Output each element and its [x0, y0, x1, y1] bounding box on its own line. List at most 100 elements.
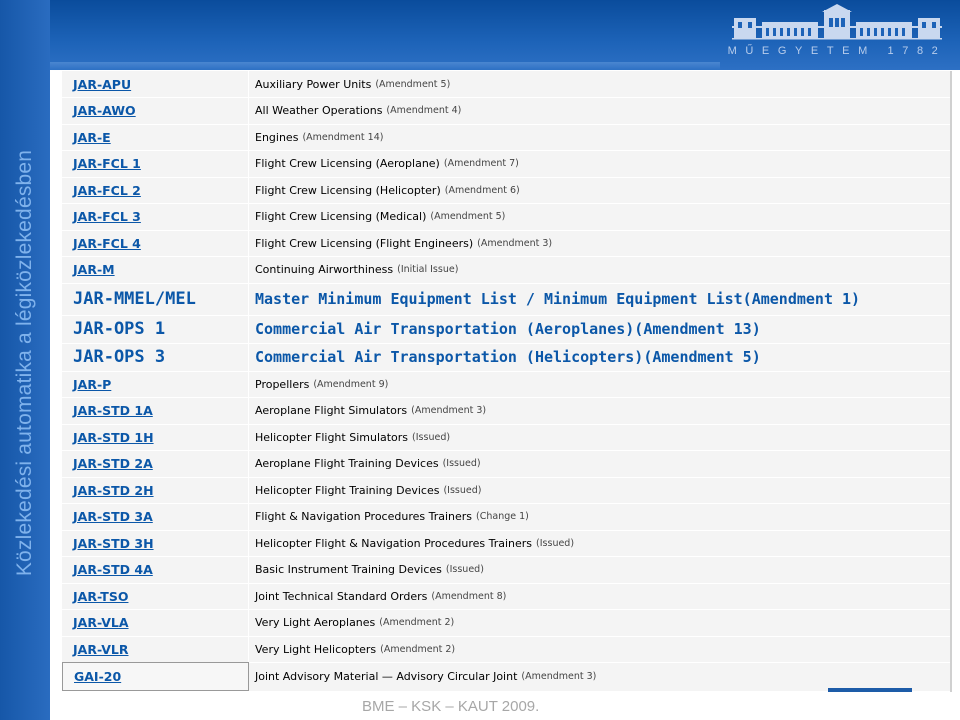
table-row: JAR-STD 2A Aeroplane Flight Training Devi… — [62, 450, 950, 478]
amendment-status: (Amendment 14) — [302, 131, 384, 143]
standard-description: Joint Technical Standard Orders (Amendmen… — [249, 583, 950, 609]
standard-title: Commercial Air Transportation (Aeroplane… — [255, 320, 635, 338]
amendment-status: (Amendment 1) — [742, 290, 861, 308]
standard-code-link[interactable]: JAR-STD 3A — [62, 503, 249, 530]
standard-title: Flight & Navigation Procedures Trainers — [255, 510, 473, 523]
standard-code-link[interactable]: JAR-STD 2A — [62, 450, 249, 477]
table-row: JAR-STD 1H Helicopter Flight Simulators (I… — [62, 424, 950, 451]
standard-code-link[interactable]: JAR-VLA — [62, 609, 249, 636]
amendment-status: (Amendment 2) — [380, 643, 456, 655]
standard-title: Joint Technical Standard Orders — [255, 589, 428, 603]
standard-description: Engines (Amendment 14) — [249, 124, 950, 150]
decorative-bar — [828, 688, 912, 692]
amendment-status: (Amendment 9) — [313, 378, 389, 390]
table-row: JAR-TSO Joint Technical Standard Orders (A… — [62, 583, 950, 610]
standard-description: Joint Advisory Material — Advisory Circu… — [249, 662, 950, 691]
amendment-status: (Issued) — [445, 564, 484, 575]
amendment-status: (Issued) — [536, 537, 575, 549]
standard-title: Auxiliary Power Units — [255, 77, 372, 91]
standard-description: Flight Crew Licensing (Helicopter) (Amend… — [249, 177, 950, 203]
standard-description: Auxiliary Power Units (Amendment 5) — [249, 71, 950, 97]
table-row: JAR-STD 3A Flight & Navigation Procedures… — [62, 503, 950, 531]
standard-title: Engines — [255, 130, 299, 144]
amendment-status: (Amendment 2) — [379, 617, 455, 628]
standard-code-link[interactable]: GAI-20 — [62, 662, 249, 691]
standard-title: Joint Advisory Material — Advisory Circu… — [255, 670, 518, 683]
standard-description: Very Light Aeroplanes (Amendment 2) — [249, 609, 950, 636]
standards-table: JAR-APU Auxiliary Power Units (Amendment 5… — [62, 71, 952, 692]
standard-title: Flight Crew Licensing (Aeroplane) — [255, 157, 440, 170]
standard-title: Very Light Aeroplanes — [255, 616, 376, 629]
standard-description: Commercial Air Transportation (Helicopte… — [249, 343, 950, 371]
amendment-status: (Issued) — [442, 458, 481, 469]
standard-title: Flight Crew Licensing (Helicopter) — [255, 183, 441, 197]
table-row: JAR-VLR Very Light Helicopters (Amendment … — [62, 636, 950, 663]
standard-description: Propellers (Amendment 9) — [249, 371, 950, 397]
standard-description: Aeroplane Flight Training Devices (Issued… — [249, 450, 950, 477]
standard-description: Master Minimum Equipment List / Minimum … — [249, 283, 950, 315]
standard-code-link[interactable]: JAR-VLR — [62, 636, 249, 662]
standard-code-link[interactable]: JAR-OPS 3 — [62, 343, 249, 371]
standard-description: Flight Crew Licensing (Flight Engineers)… — [249, 230, 950, 256]
standard-code-link[interactable]: JAR-STD 1H — [62, 424, 249, 450]
amendment-status: (Amendment 8) — [431, 590, 507, 602]
standard-code-link[interactable]: JAR-OPS 1 — [62, 315, 249, 343]
standard-title: Aeroplane Flight Training Devices — [255, 457, 439, 470]
standard-code-link[interactable]: JAR-M — [62, 256, 249, 283]
standard-description: Helicopter Flight Training Devices (Issue… — [249, 477, 950, 503]
table-row: JAR-FCL 3 Flight Crew Licensing (Medical)… — [62, 203, 950, 231]
table-row: JAR-E Engines (Amendment 14) — [62, 124, 950, 151]
standard-title: Very Light Helicopters — [255, 642, 377, 656]
standard-description: Very Light Helicopters (Amendment 2) — [249, 636, 950, 662]
standard-description: Basic Instrument Training Devices (Issued… — [249, 556, 950, 583]
amendment-status: (Amendment 7) — [443, 158, 519, 169]
standard-description: Commercial Air Transportation (Aeroplane… — [249, 315, 950, 343]
standard-description: All Weather Operations (Amendment 4) — [249, 97, 950, 124]
table-row: JAR-FCL 4 Flight Crew Licensing (Flight E… — [62, 230, 950, 257]
standard-code-link[interactable]: JAR-STD 4A — [62, 556, 249, 583]
standard-title: Flight Crew Licensing (Flight Engineers) — [255, 236, 474, 250]
standard-code-link[interactable]: JAR-E — [62, 124, 249, 150]
standard-code-link[interactable]: JAR-MMEL/MEL — [62, 283, 249, 315]
standard-code-link[interactable]: JAR-FCL 2 — [62, 177, 249, 203]
standard-code-link[interactable]: JAR-STD 1A — [62, 397, 249, 424]
standard-code-link[interactable]: JAR-STD 3H — [62, 530, 249, 556]
standard-code-link[interactable]: JAR-P — [62, 371, 249, 397]
standard-code-link[interactable]: JAR-AWO — [62, 97, 249, 124]
standard-code-link[interactable]: JAR-FCL 3 — [62, 203, 249, 230]
standard-code-link[interactable]: JAR-APU — [62, 71, 249, 97]
standard-description: Helicopter Flight & Navigation Procedure… — [249, 530, 950, 556]
standard-code-link[interactable]: JAR-FCL 1 — [62, 150, 249, 177]
amendment-status: (Amendment 4) — [386, 105, 462, 116]
table-row: JAR-STD 1A Aeroplane Flight Simulators (Am… — [62, 397, 950, 425]
standard-title: Aeroplane Flight Simulators — [255, 404, 408, 417]
amendment-status: (Amendment 13) — [634, 320, 761, 338]
standard-title: Commercial Air Transportation (Helicopte… — [255, 348, 644, 366]
amendment-status: (Issued) — [412, 431, 451, 443]
standard-code-link[interactable]: JAR-STD 2H — [62, 477, 249, 503]
standard-description: Flight Crew Licensing (Aeroplane) (Amendm… — [249, 150, 950, 177]
standard-title: Basic Instrument Training Devices — [255, 563, 442, 576]
table-row: JAR-STD 3H Helicopter Flight & Navigation… — [62, 530, 950, 557]
standard-code-link[interactable]: JAR-TSO — [62, 583, 249, 609]
table-row: JAR-STD 2H Helicopter Flight Training Dev… — [62, 477, 950, 504]
standard-description: Aeroplane Flight Simulators (Amendment 3) — [249, 397, 950, 424]
amendment-status: (Amendment 3) — [477, 237, 553, 249]
amendment-status: (Amendment 5) — [430, 211, 506, 222]
standard-description: Helicopter Flight Simulators (Issued) — [249, 424, 950, 450]
standard-title: Helicopter Flight Simulators — [255, 430, 409, 444]
standard-code-link[interactable]: JAR-FCL 4 — [62, 230, 249, 256]
amendment-status: (Issued) — [443, 484, 482, 496]
table-row: GAI-20 Joint Advisory Material — Advisory… — [62, 662, 950, 692]
standard-title: All Weather Operations — [255, 104, 383, 117]
standard-title: Propellers — [255, 377, 310, 391]
amendment-status: (Initial Issue) — [397, 264, 459, 275]
table-row: JAR-FCL 2 Flight Crew Licensing (Helicopt… — [62, 177, 950, 204]
standard-description: Continuing Airworthiness (Initial Issue) — [249, 256, 950, 283]
amendment-status: (Amendment 3) — [521, 671, 597, 682]
logo-text: MŰEGYETEM 1782 — [727, 45, 947, 57]
table-row: JAR-APU Auxiliary Power Units (Amendment 5… — [62, 71, 950, 98]
amendment-status: (Amendment 6) — [444, 184, 520, 196]
table-row: JAR-STD 4A Basic Instrument Training Devi… — [62, 556, 950, 584]
standard-description: Flight & Navigation Procedures Trainers(… — [249, 503, 950, 530]
